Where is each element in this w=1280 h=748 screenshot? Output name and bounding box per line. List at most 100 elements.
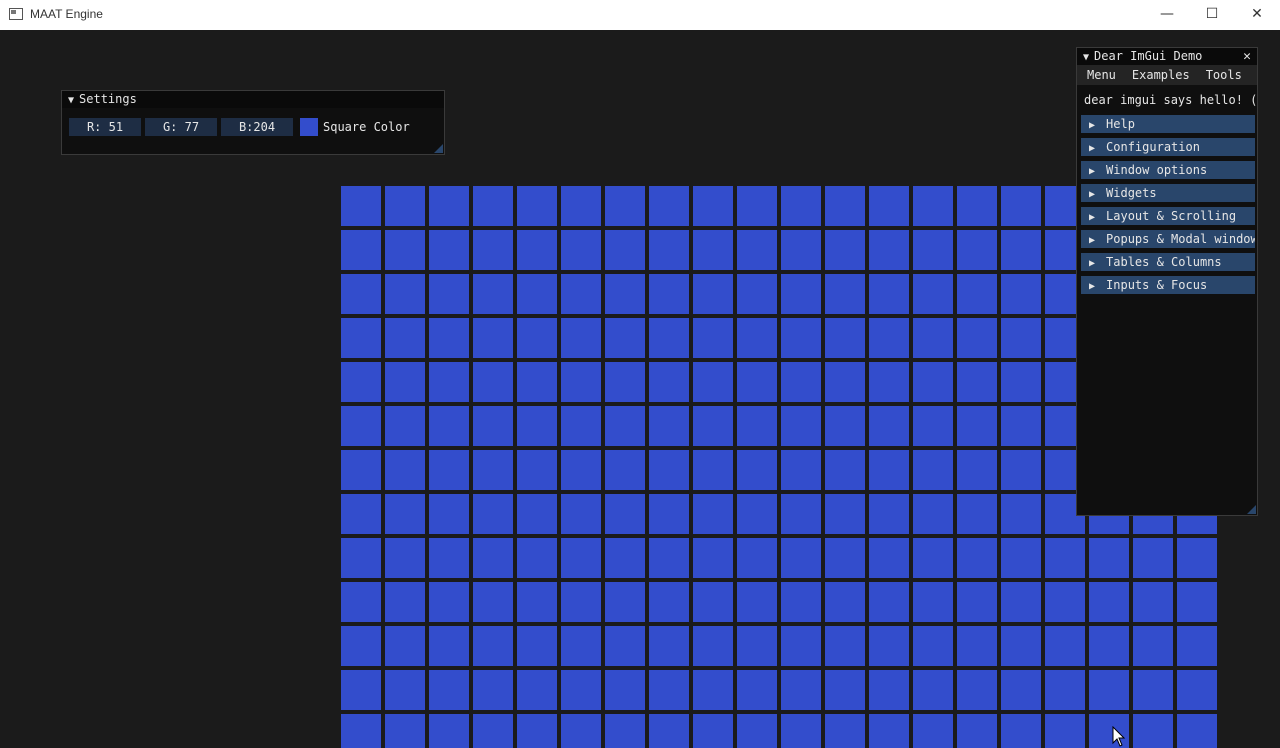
- grid-square: [385, 670, 425, 710]
- grid-square: [1001, 274, 1041, 314]
- grid-square: [913, 362, 953, 402]
- grid-square: [561, 362, 601, 402]
- expand-arrow-icon: ▶: [1089, 281, 1096, 292]
- grid-square: [429, 406, 469, 446]
- grid-square: [649, 670, 689, 710]
- grid-square: [957, 670, 997, 710]
- header-label: Tables & Columns: [1106, 255, 1222, 269]
- grid-square: [429, 538, 469, 578]
- grid-square: [1133, 626, 1173, 666]
- header-window-options[interactable]: ▶ Window options: [1081, 161, 1255, 179]
- menu-menu[interactable]: Menu: [1087, 65, 1116, 85]
- grid-square: [1001, 450, 1041, 490]
- settings-titlebar[interactable]: ▼ Settings: [62, 91, 444, 108]
- grid-square: [429, 626, 469, 666]
- grid-square: [1177, 714, 1217, 748]
- grid-square: [957, 362, 997, 402]
- grid-square: [869, 274, 909, 314]
- demo-titlebar[interactable]: ▼ Dear ImGui Demo ✕: [1077, 48, 1257, 65]
- resize-grip-icon[interactable]: [1247, 505, 1256, 514]
- collapse-arrow-icon[interactable]: ▼: [68, 92, 74, 109]
- collapse-arrow-icon[interactable]: ▼: [1083, 49, 1089, 66]
- expand-arrow-icon: ▶: [1089, 212, 1096, 223]
- grid-square: [341, 362, 381, 402]
- grid-square: [605, 406, 645, 446]
- header-popups-modal-windows[interactable]: ▶ Popups & Modal windows: [1081, 230, 1255, 248]
- imgui-demo-window[interactable]: ▼ Dear ImGui Demo ✕ Menu Examples Tools dea…: [1076, 47, 1258, 516]
- grid-square: [473, 670, 513, 710]
- grid-square: [781, 274, 821, 314]
- header-inputs-focus[interactable]: ▶ Inputs & Focus: [1081, 276, 1255, 294]
- grid-square: [957, 450, 997, 490]
- header-help[interactable]: ▶ Help: [1081, 115, 1255, 133]
- grid-square: [341, 274, 381, 314]
- color-swatch-button[interactable]: [300, 118, 318, 136]
- resize-grip-icon[interactable]: [434, 144, 443, 153]
- grid-square: [1001, 230, 1041, 270]
- grid-square: [913, 274, 953, 314]
- settings-window[interactable]: ▼ Settings R: 51 G: 77 B:204 Square Color: [61, 90, 445, 155]
- grid-square: [473, 318, 513, 358]
- green-slider[interactable]: G: 77: [145, 118, 217, 136]
- grid-square: [737, 670, 777, 710]
- grid-square: [1177, 582, 1217, 622]
- grid-square: [693, 318, 733, 358]
- grid-square: [517, 538, 557, 578]
- blue-slider[interactable]: B:204: [221, 118, 293, 136]
- grid-square: [825, 494, 865, 534]
- header-layout-scrolling[interactable]: ▶ Layout & Scrolling: [1081, 207, 1255, 225]
- window-titlebar: MAAT Engine — ☐ ✕: [0, 0, 1280, 30]
- menu-tools[interactable]: Tools: [1206, 65, 1242, 85]
- grid-square: [737, 450, 777, 490]
- grid-square: [957, 538, 997, 578]
- grid-square: [781, 714, 821, 748]
- grid-square: [781, 670, 821, 710]
- grid-square: [517, 230, 557, 270]
- grid-square: [693, 230, 733, 270]
- grid-square: [605, 494, 645, 534]
- grid-square: [649, 626, 689, 666]
- grid-square: [737, 230, 777, 270]
- grid-square: [649, 318, 689, 358]
- grid-square: [913, 406, 953, 446]
- grid-square: [693, 494, 733, 534]
- square-color-label: Square Color: [323, 120, 410, 134]
- grid-square: [869, 230, 909, 270]
- grid-square: [1001, 318, 1041, 358]
- grid-square: [517, 450, 557, 490]
- close-window-button[interactable]: ✕: [1234, 0, 1280, 30]
- header-tables-columns[interactable]: ▶ Tables & Columns: [1081, 253, 1255, 271]
- menu-examples[interactable]: Examples: [1132, 65, 1190, 85]
- minimize-button[interactable]: —: [1144, 0, 1190, 30]
- red-slider[interactable]: R: 51: [69, 118, 141, 136]
- grid-square: [385, 626, 425, 666]
- grid-square: [649, 538, 689, 578]
- grid-square: [1001, 362, 1041, 402]
- mouse-pointer-icon: [1112, 726, 1126, 747]
- grid-square: [693, 406, 733, 446]
- grid-square: [341, 318, 381, 358]
- window-title: MAAT Engine: [30, 7, 103, 21]
- grid-square: [341, 186, 381, 226]
- grid-square: [913, 186, 953, 226]
- grid-square: [1001, 582, 1041, 622]
- grid-square: [737, 274, 777, 314]
- grid-square: [913, 714, 953, 748]
- grid-square: [385, 230, 425, 270]
- grid-square: [693, 186, 733, 226]
- grid-square: [737, 186, 777, 226]
- header-configuration[interactable]: ▶ Configuration: [1081, 138, 1255, 156]
- header-widgets[interactable]: ▶ Widgets: [1081, 184, 1255, 202]
- grid-square: [473, 362, 513, 402]
- grid-square: [1001, 186, 1041, 226]
- expand-arrow-icon: ▶: [1089, 189, 1096, 200]
- grid-square: [693, 626, 733, 666]
- grid-square: [1133, 714, 1173, 748]
- grid-square: [473, 230, 513, 270]
- grid-square: [429, 186, 469, 226]
- close-icon[interactable]: ✕: [1243, 48, 1251, 65]
- grid-square: [1133, 582, 1173, 622]
- grid-square: [825, 450, 865, 490]
- grid-square: [781, 538, 821, 578]
- maximize-button[interactable]: ☐: [1189, 0, 1235, 30]
